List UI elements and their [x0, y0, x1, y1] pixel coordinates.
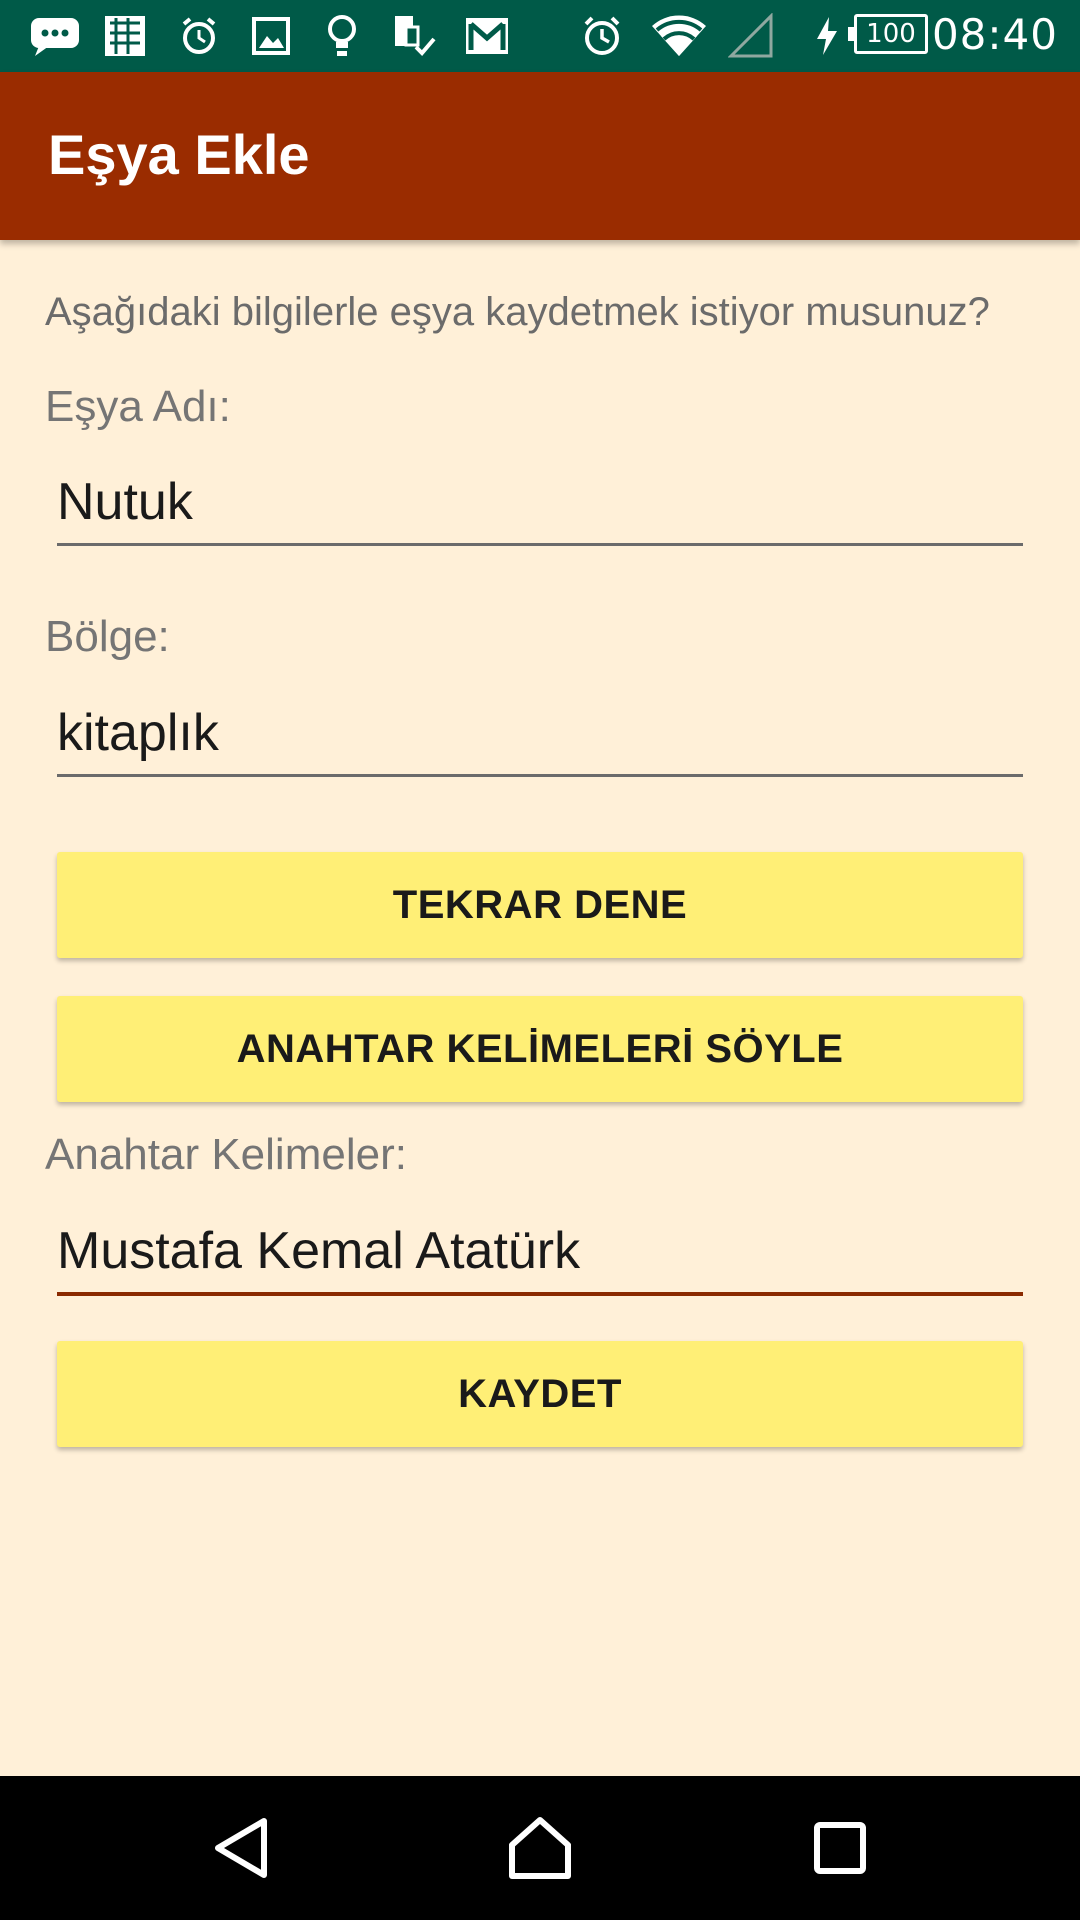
- gmail-icon: [462, 12, 512, 60]
- confirmation-prompt: Aşağıdaki bilgilerle eşya kaydetmek isti…: [45, 290, 990, 334]
- region-label: Bölge:: [45, 612, 170, 661]
- lightbulb-icon: [322, 12, 362, 60]
- home-icon[interactable]: [496, 1804, 584, 1892]
- say-keywords-button[interactable]: ANAHTAR KELİMELERİ SÖYLE: [57, 996, 1023, 1102]
- back-icon[interactable]: [198, 1804, 286, 1892]
- retry-button[interactable]: TEKRAR DENE: [57, 852, 1023, 958]
- wifi-icon: [648, 12, 710, 60]
- message-icon: [28, 12, 82, 60]
- status-bar: 100 08:40: [0, 0, 1080, 72]
- alarm-icon: [578, 12, 626, 60]
- app-bar: Eşya Ekle: [0, 72, 1080, 240]
- page-title: Eşya Ekle: [48, 123, 310, 186]
- region-field[interactable]: kitaplık: [57, 691, 1023, 777]
- charging-icon: [812, 12, 842, 60]
- alarm-clock-icon: [176, 12, 222, 60]
- sim-check-icon: [390, 12, 440, 60]
- battery-icon: 100: [848, 14, 928, 54]
- app-icon: [100, 12, 150, 60]
- recents-icon[interactable]: [796, 1804, 884, 1892]
- item-name-field[interactable]: Nutuk: [57, 460, 1023, 546]
- signal-icon: [726, 12, 776, 60]
- save-button[interactable]: KAYDET: [57, 1341, 1023, 1447]
- image-icon: [248, 12, 294, 60]
- item-name-label: Eşya Adı:: [45, 382, 231, 431]
- keywords-label: Anahtar Kelimeler:: [45, 1130, 407, 1179]
- keywords-field[interactable]: Mustafa Kemal Atatürk: [57, 1210, 1023, 1296]
- navigation-bar: [0, 1776, 1080, 1920]
- status-time: 08:40: [931, 10, 1058, 59]
